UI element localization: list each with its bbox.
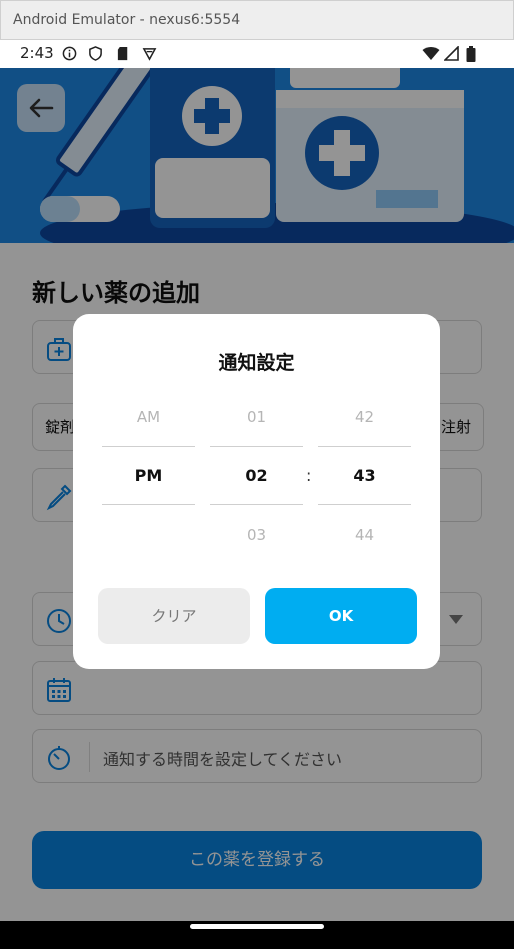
emulator-title-bar: Android Emulator - nexus6:5554 xyxy=(0,0,514,40)
ampm-above[interactable]: AM xyxy=(102,408,195,426)
picker-line xyxy=(210,446,303,447)
picker-line xyxy=(102,504,195,505)
minute-above[interactable]: 42 xyxy=(318,408,411,426)
hour-picker[interactable]: 01 02 03 xyxy=(210,394,303,554)
picker-line xyxy=(102,446,195,447)
dialog-title: 通知設定 xyxy=(218,352,295,374)
home-gesture-pill[interactable] xyxy=(190,924,324,929)
minute-below[interactable]: 44 xyxy=(318,526,411,544)
picker-line xyxy=(318,504,411,505)
signal-icon xyxy=(444,46,459,61)
minute-selected[interactable]: 43 xyxy=(318,466,411,485)
wifi-icon xyxy=(422,47,440,60)
hour-above[interactable]: 01 xyxy=(210,408,303,426)
sd-card-icon xyxy=(117,46,128,61)
notification-settings-dialog: 通知設定 AM PM 01 02 03 : 42 43 44 クリア OK xyxy=(73,314,440,669)
vpn-icon xyxy=(142,48,157,61)
hour-selected[interactable]: 02 xyxy=(210,466,303,485)
emulator-title: Android Emulator - nexus6:5554 xyxy=(13,12,241,28)
shield-icon xyxy=(89,46,102,61)
ampm-selected[interactable]: PM xyxy=(102,466,195,485)
ampm-picker[interactable]: AM PM xyxy=(102,394,195,554)
time-separator: : xyxy=(306,466,312,485)
ok-button[interactable]: OK xyxy=(265,588,417,644)
picker-line xyxy=(318,446,411,447)
info-icon xyxy=(62,46,77,61)
clear-button[interactable]: クリア xyxy=(98,588,250,644)
hour-below[interactable]: 03 xyxy=(210,526,303,544)
battery-icon xyxy=(466,46,476,62)
status-time: 2:43 xyxy=(20,44,54,62)
minute-picker[interactable]: 42 43 44 xyxy=(318,394,411,554)
status-bar: 2:43 xyxy=(0,40,514,68)
picker-line xyxy=(210,504,303,505)
